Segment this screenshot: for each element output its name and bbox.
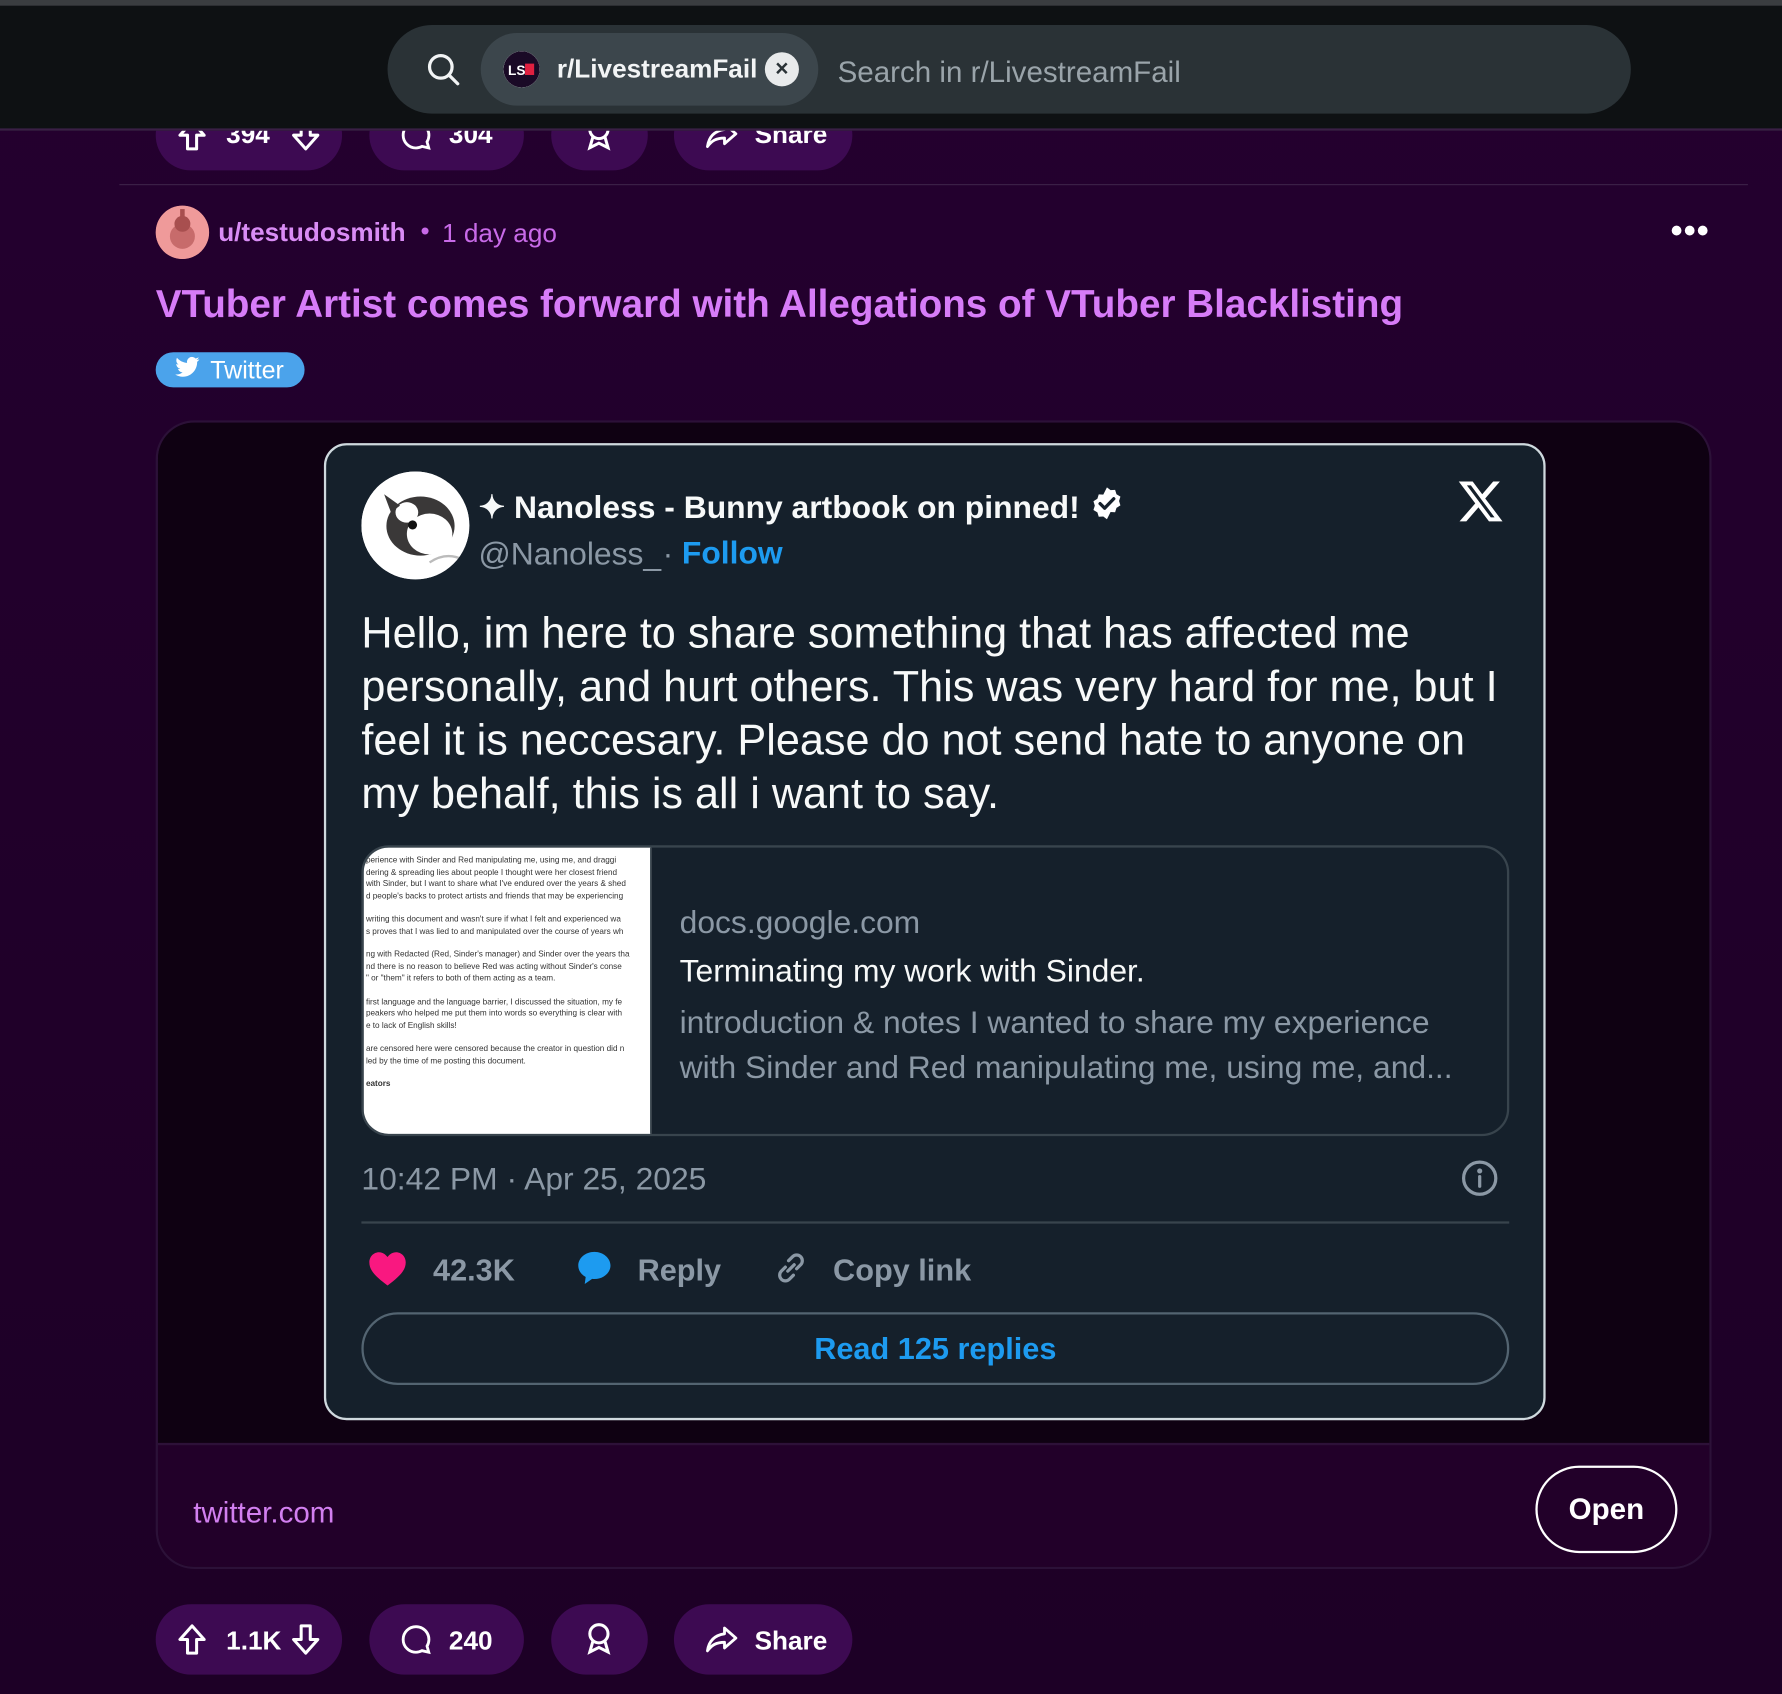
handle-separator: · bbox=[662, 536, 674, 572]
post-title[interactable]: VTuber Artist comes forward with Allegat… bbox=[156, 283, 1403, 327]
thumbnail-text-line: with Sinder, but I want to share what I'… bbox=[365, 878, 626, 889]
tweet-author-avatar[interactable] bbox=[361, 471, 470, 580]
like-count: 42.3K bbox=[432, 1252, 515, 1287]
embed-domain[interactable]: twitter.com bbox=[193, 1495, 334, 1530]
search-bar[interactable]: LS r/LivestreamFail × Search in r/Livest… bbox=[387, 24, 1631, 114]
link-card-title: Terminating my work with Sinder. bbox=[679, 953, 1145, 989]
tweet-handle[interactable]: @Nanoless_ bbox=[478, 536, 661, 572]
post-flair[interactable]: Twitter bbox=[155, 352, 305, 388]
more-options-icon[interactable]: ••• bbox=[1671, 212, 1710, 251]
twitter-bird-icon bbox=[175, 356, 200, 383]
search-placeholder[interactable]: Search in r/LivestreamFail bbox=[838, 55, 1181, 90]
share-label: Share bbox=[754, 1625, 828, 1656]
link-icon bbox=[772, 1248, 811, 1292]
flair-label: Twitter bbox=[210, 355, 284, 384]
thumbnail-gap bbox=[366, 1032, 650, 1043]
link-embed-card: ✦ Nanoless - Bunny artbook on pinned! @N… bbox=[155, 420, 1712, 1570]
post-age: 1 day ago bbox=[442, 218, 557, 248]
tweet-timestamp[interactable]: 10:42 PM · Apr 25, 2025 bbox=[361, 1161, 706, 1197]
award-button[interactable] bbox=[551, 1604, 648, 1675]
thumbnail-gap bbox=[366, 984, 650, 995]
copy-link-label: Copy link bbox=[833, 1252, 972, 1287]
link-card-description: introduction & notes I wanted to share m… bbox=[679, 1004, 1453, 1086]
comment-icon bbox=[399, 1622, 433, 1656]
comments-button[interactable]: 240 bbox=[369, 1604, 524, 1675]
link-card-domain: docs.google.com bbox=[679, 904, 921, 940]
like-button[interactable]: 42.3K bbox=[367, 1247, 515, 1292]
comment-count: 240 bbox=[448, 1625, 493, 1656]
award-icon bbox=[581, 1620, 617, 1656]
share-icon bbox=[703, 1622, 739, 1656]
reply-label: Reply bbox=[637, 1252, 722, 1287]
community-chip-label: r/LivestreamFail bbox=[556, 53, 758, 83]
community-icon: LS bbox=[503, 51, 540, 88]
thumbnail-text-line: ng with Redacted (Red, Sinder's manager)… bbox=[365, 948, 630, 959]
thumbnail-gap bbox=[366, 1067, 650, 1078]
thumbnail-text-line: writing this document and wasn't sure if… bbox=[365, 913, 621, 924]
thumbnail-text-line: " or "them" it refers to both of them ac… bbox=[365, 972, 556, 983]
follow-link[interactable]: Follow bbox=[682, 535, 783, 571]
community-scope-chip[interactable]: LS r/LivestreamFail × bbox=[480, 32, 819, 106]
tweet-display-name: ✦ Nanoless - Bunny artbook on pinned! bbox=[478, 489, 1080, 525]
thumbnail-text-line: s proves that I was lied to and manipula… bbox=[365, 925, 624, 936]
thumbnail-text-line: peakers who helped me put them into word… bbox=[365, 1007, 623, 1018]
avatar[interactable] bbox=[155, 205, 210, 260]
svg-text:LS: LS bbox=[508, 63, 525, 78]
post-author[interactable]: u/testudosmith bbox=[218, 217, 405, 248]
share-button[interactable]: Share bbox=[673, 1604, 853, 1675]
thumbnail-gap bbox=[366, 902, 650, 913]
meta-separator: • bbox=[420, 215, 430, 246]
tweet-author-name[interactable]: ✦ Nanoless - Bunny artbook on pinned! bbox=[478, 485, 1125, 529]
thumbnail-gap bbox=[366, 937, 650, 948]
verified-badge-icon bbox=[1089, 485, 1125, 529]
copy-link-button[interactable]: Copy link bbox=[772, 1247, 971, 1292]
link-card-thumbnail: perience with Sinder and Red manipulatin… bbox=[363, 847, 652, 1134]
tweet-divider bbox=[361, 1221, 1510, 1224]
close-icon[interactable]: × bbox=[764, 52, 799, 87]
vote-pill: 1.1K bbox=[155, 1604, 343, 1675]
thumbnail-text-line: are censored here were censored because … bbox=[365, 1042, 625, 1054]
info-icon[interactable] bbox=[1460, 1159, 1499, 1198]
thumbnail-text-line: first language and the language barrier,… bbox=[365, 995, 623, 1007]
page: 394 304 Share LS r/LivestreamFail × Sear… bbox=[0, 0, 1782, 1694]
thumbnail-text-line: eators bbox=[365, 1078, 391, 1089]
tweet-link-card[interactable]: perience with Sinder and Red manipulatin… bbox=[361, 845, 1510, 1137]
thumbnail-text-line: nd there is no reason to believe Red was… bbox=[365, 960, 622, 971]
reply-icon bbox=[574, 1248, 615, 1292]
thumbnail-text-line: e to lack of English skills! bbox=[365, 1019, 457, 1030]
top-header: LS r/LivestreamFail × Search in r/Livest… bbox=[0, 0, 1782, 131]
open-button[interactable]: Open bbox=[1535, 1465, 1678, 1554]
upvote-count: 1.1K bbox=[226, 1625, 282, 1656]
reply-button[interactable]: Reply bbox=[574, 1247, 721, 1292]
search-icon bbox=[424, 50, 463, 89]
post-divider bbox=[119, 184, 1748, 186]
x-logo-icon[interactable] bbox=[1457, 477, 1505, 525]
thumbnail-text-line: perience with Sinder and Red manipulatin… bbox=[365, 854, 617, 865]
heart-icon bbox=[367, 1249, 408, 1291]
embedded-tweet: ✦ Nanoless - Bunny artbook on pinned! @N… bbox=[323, 443, 1546, 1421]
downvote-icon[interactable] bbox=[288, 1621, 324, 1657]
thumbnail-text-line: dering & spreading lies about people I t… bbox=[365, 866, 618, 877]
read-replies-button[interactable]: Read 125 replies bbox=[361, 1312, 1510, 1385]
embed-footer: twitter.com Open bbox=[157, 1442, 1710, 1567]
thumbnail-text-line: led by the time of me posting this docum… bbox=[365, 1054, 526, 1066]
upvote-icon[interactable] bbox=[174, 1621, 210, 1657]
tweet-text: Hello, im here to share something that h… bbox=[361, 610, 1498, 819]
thumbnail-text-line: d people's backs to protect artists and … bbox=[365, 890, 624, 901]
